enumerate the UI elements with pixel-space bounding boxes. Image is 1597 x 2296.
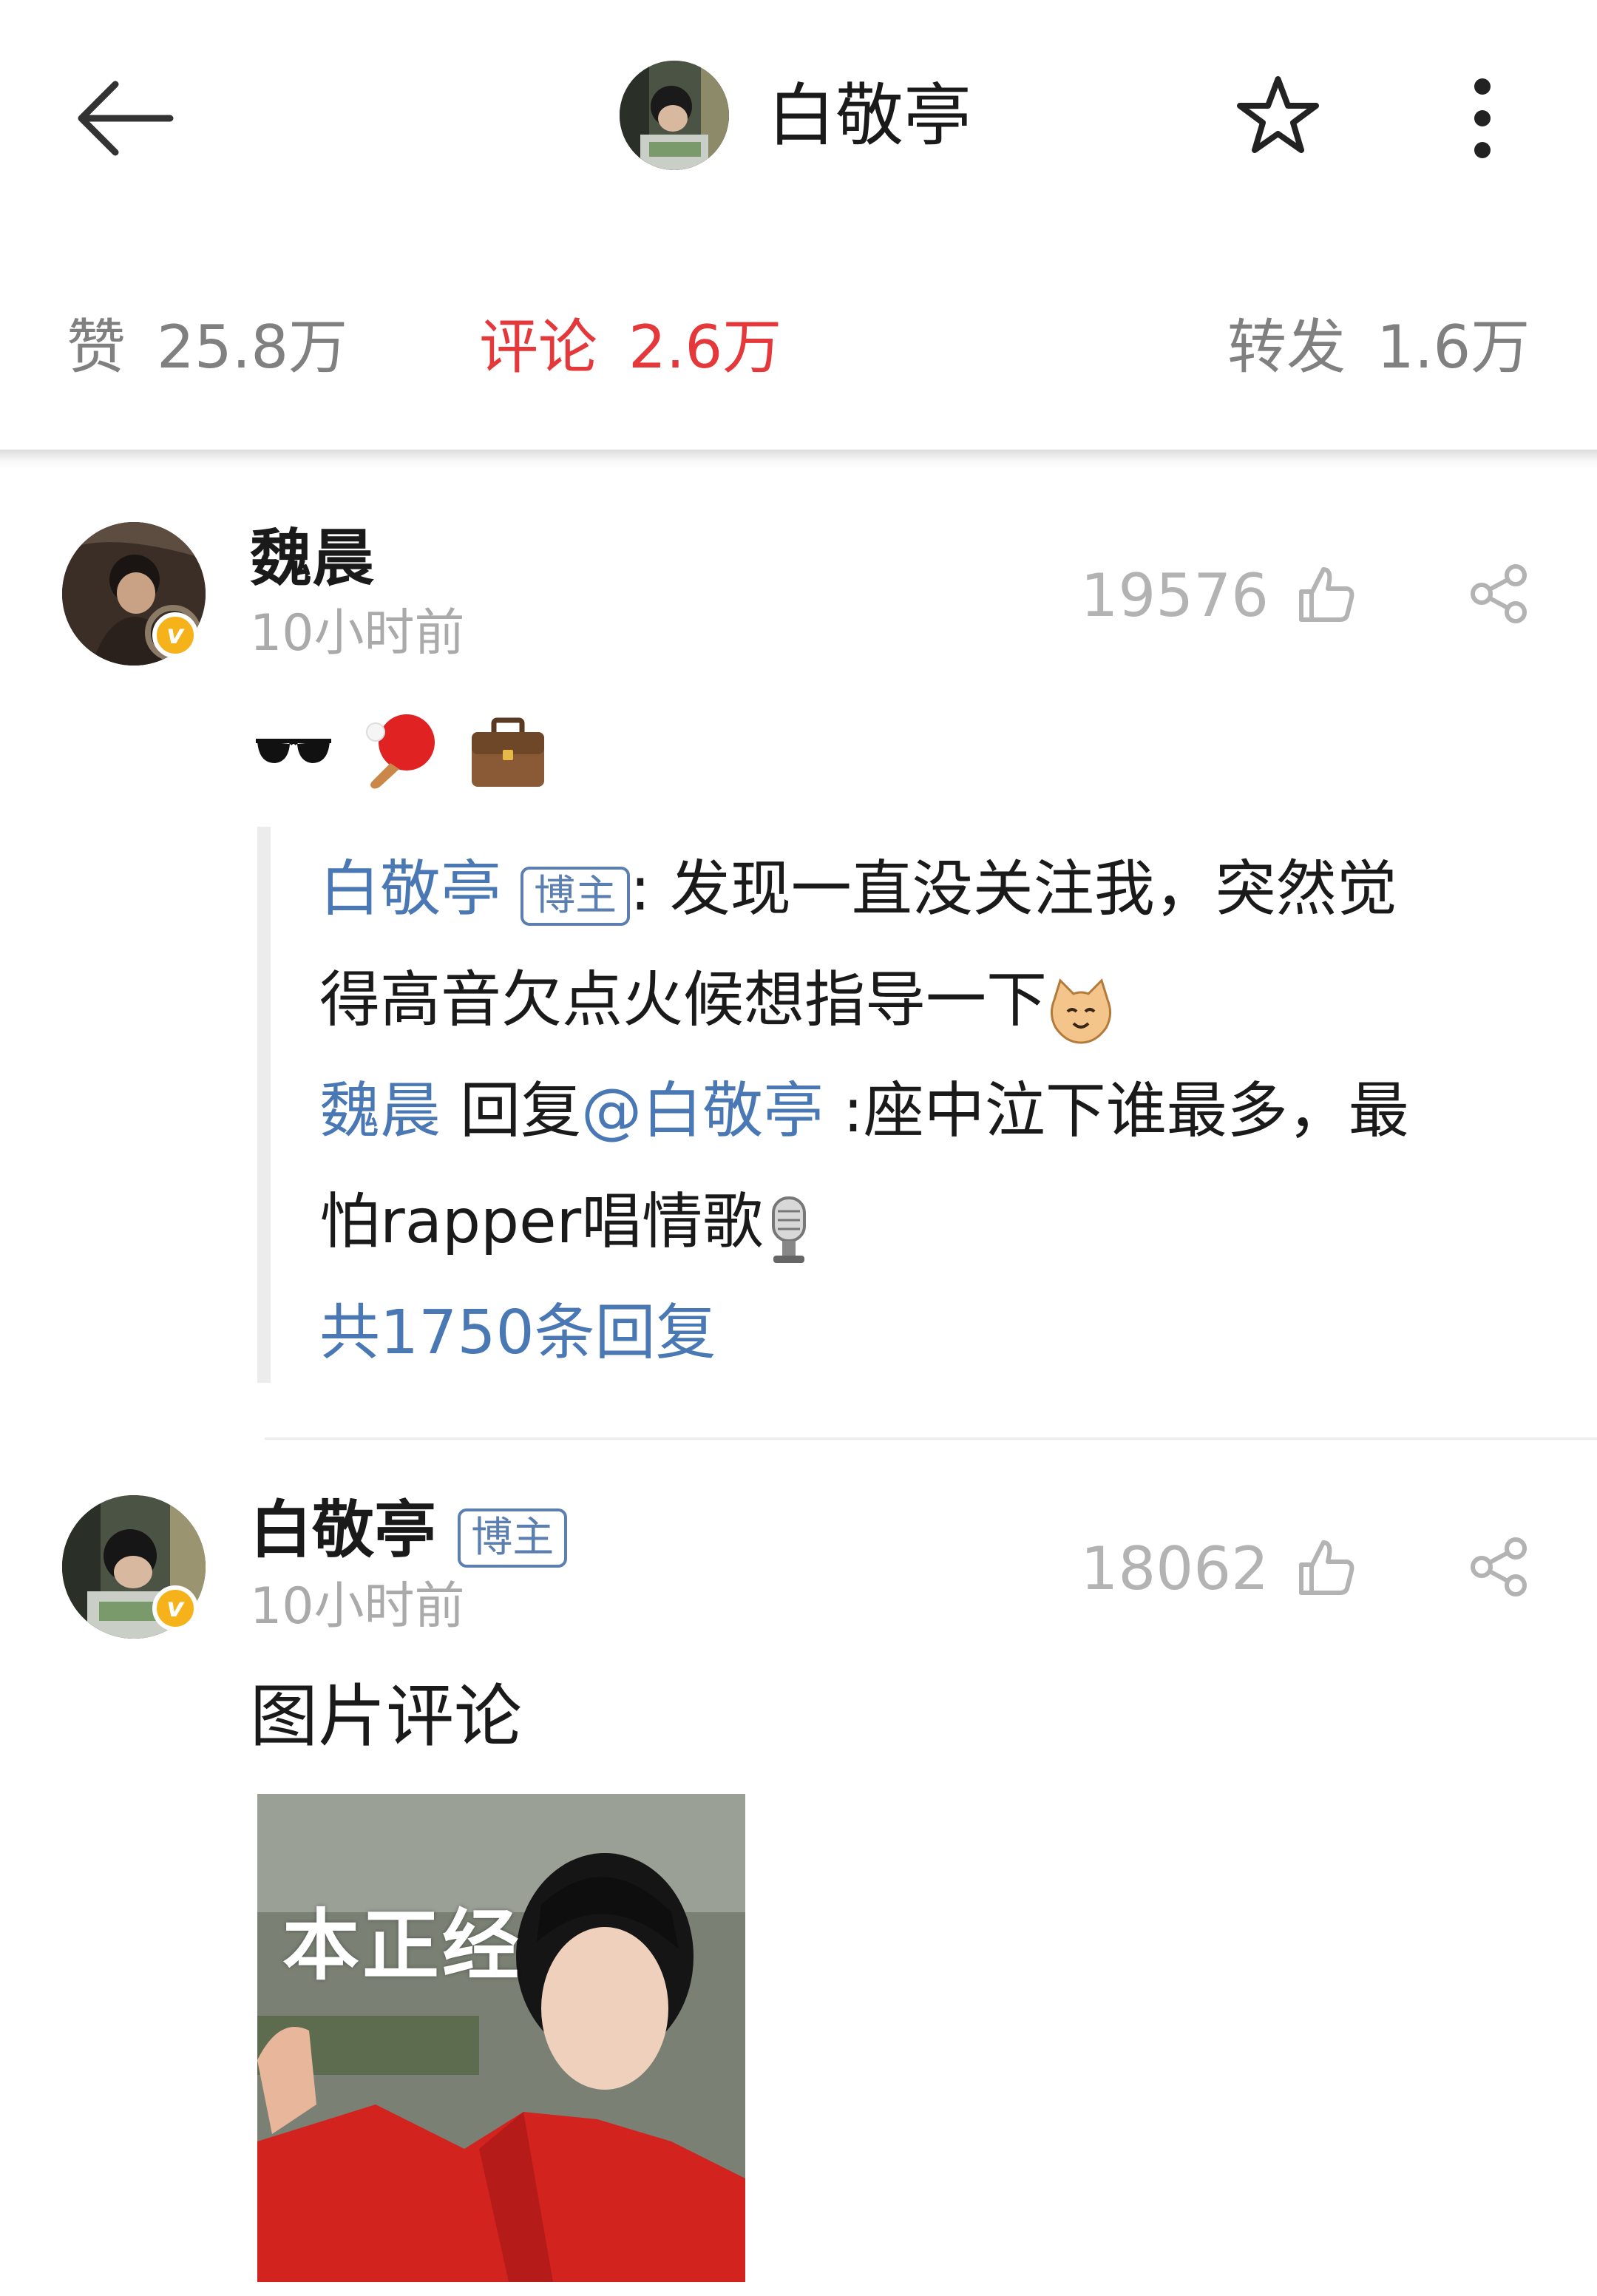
comments-value: 2.6万 xyxy=(628,313,782,382)
reply-text: 得高音欠点火候想指导一下 xyxy=(319,965,1048,1035)
tab-reposts[interactable]: 转发 1.6万 xyxy=(1227,311,1530,385)
blogger-badge: 博主 xyxy=(458,1508,568,1568)
reply-label: 回复 xyxy=(441,1076,582,1146)
header-avatar[interactable] xyxy=(620,61,729,170)
comment-username[interactable]: 魏晨 xyxy=(250,518,374,599)
briefcase-icon xyxy=(467,710,549,791)
reply-line: 魏晨 回复@白敬亭 :座中泣下谁最多，最 xyxy=(319,1056,1409,1167)
reply-line: 怕rapper唱情歌 xyxy=(319,1167,815,1278)
comment-image[interactable]: 本正经 xyxy=(257,1794,745,2282)
image-caption: 本正经 xyxy=(282,1900,523,1991)
reply-username[interactable]: 白敬亭 xyxy=(319,854,501,924)
stats-divider xyxy=(0,450,1597,469)
verified-badge-icon: v xyxy=(152,612,198,658)
comment-timestamp: 10小时前 xyxy=(250,1577,465,1636)
star-icon[interactable] xyxy=(1232,70,1324,163)
reply-text: 怕rapper唱情歌 xyxy=(319,1187,764,1257)
like-count: 19576 xyxy=(1080,561,1269,630)
more-replies-link[interactable]: 共1750条回复 xyxy=(319,1278,716,1389)
reply-line: 得高音欠点火候想指导一下 xyxy=(319,945,1115,1056)
comment-timestamp: 10小时前 xyxy=(250,604,465,663)
reply-text: : 发现一直没关注我，突然觉 xyxy=(630,854,1397,924)
verified-badge-icon: v xyxy=(152,1585,198,1631)
microphone-icon xyxy=(763,1191,815,1263)
comment-separator xyxy=(265,1437,1597,1440)
mention-link[interactable]: @白敬亭 xyxy=(581,1076,824,1146)
header-title: 白敬亭 xyxy=(767,76,972,155)
ping-pong-icon xyxy=(361,710,442,791)
more-options-icon[interactable] xyxy=(1464,70,1501,166)
stats-bar: 赞 25.8万 评论 2.6万 转发 1.6万 xyxy=(0,281,1597,414)
tab-likes[interactable]: 赞 25.8万 xyxy=(67,311,347,385)
comment-text: 图片评论 xyxy=(250,1677,523,1756)
top-bar: 白敬亭 xyxy=(0,0,1597,244)
cat-emoji-icon xyxy=(1047,970,1115,1044)
reply-thread[interactable]: 白敬亭 博主: 发现一直没关注我，突然觉 得高音欠点火候想指导一下 魏晨 回复@… xyxy=(257,827,1572,1383)
username-text[interactable]: 白敬亭 xyxy=(250,1494,436,1566)
comments-label: 评论 xyxy=(479,313,597,382)
comment-username: 白敬亭 博主 xyxy=(250,1489,568,1571)
thumbs-up-icon[interactable] xyxy=(1295,563,1356,624)
reposts-value: 1.6万 xyxy=(1377,313,1530,382)
back-arrow-icon[interactable] xyxy=(67,70,177,166)
reply-username[interactable]: 魏晨 xyxy=(319,1076,441,1146)
reposts-label: 转发 xyxy=(1227,313,1346,382)
thumbs-up-icon[interactable] xyxy=(1295,1537,1356,1597)
blogger-badge: 博主 xyxy=(521,867,631,926)
reply-line: 白敬亭 博主: 发现一直没关注我，突然觉 xyxy=(319,834,1397,945)
likes-label: 赞 xyxy=(67,313,126,382)
tab-comments[interactable]: 评论 2.6万 xyxy=(479,311,781,385)
reply-text: :座中泣下谁最多，最 xyxy=(824,1076,1409,1146)
share-icon[interactable] xyxy=(1468,562,1532,626)
like-count: 18062 xyxy=(1080,1534,1269,1603)
likes-value: 25.8万 xyxy=(157,313,348,382)
sunglasses-icon xyxy=(253,710,334,791)
share-icon[interactable] xyxy=(1468,1535,1532,1599)
